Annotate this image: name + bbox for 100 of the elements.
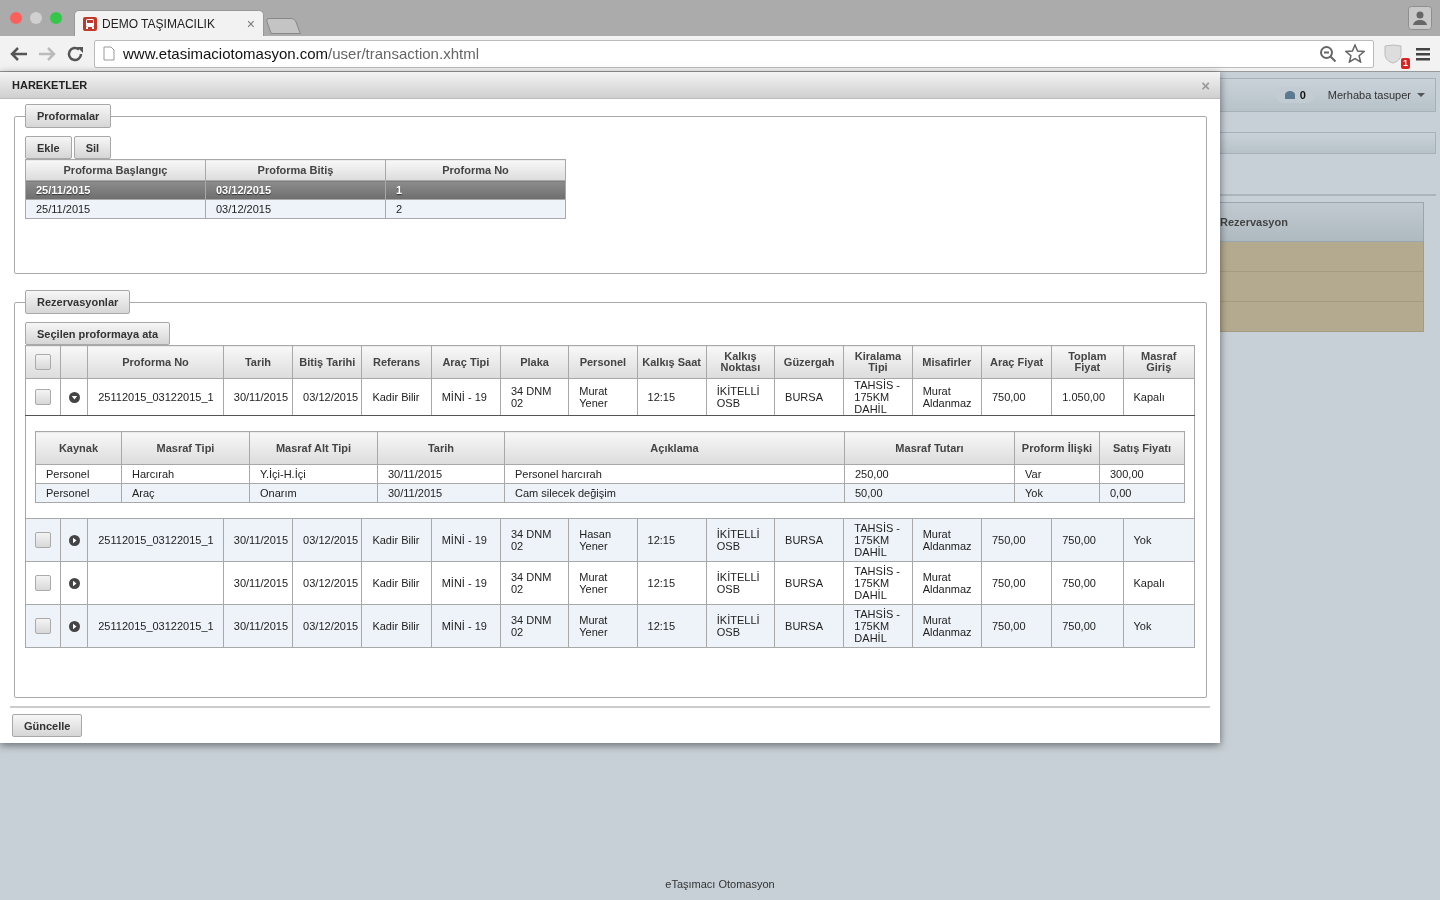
column-header[interactable]: Toplam Fiyat — [1051, 345, 1123, 379]
bell-icon — [1283, 90, 1296, 100]
table-cell: Harcırah — [132, 468, 175, 480]
extension-badge: 1 — [1401, 57, 1410, 69]
column-header[interactable]: Satış Fiyatı — [1099, 431, 1185, 465]
column-header[interactable]: Proform İlişki — [1014, 431, 1100, 465]
column-header[interactable]: Personel — [568, 345, 637, 379]
column-header[interactable]: Masraf Alt Tipi — [249, 431, 378, 465]
user-menu[interactable]: Merhaba tasuper — [1327, 89, 1411, 101]
table-cell: TAHSİS - 175KM DAHİL — [854, 608, 900, 644]
column-header[interactable]: Tarih — [223, 345, 293, 379]
table-cell: TAHSİS - 175KM DAHİL — [854, 565, 900, 601]
table-cell: 03/12/2015 — [303, 620, 359, 632]
browser-tab[interactable]: DEMO TAŞIMACILIK × — [74, 10, 264, 36]
column-header[interactable]: Misafirler — [912, 345, 982, 379]
column-header[interactable]: Proforma Başlangıç — [25, 159, 206, 181]
row-checkbox[interactable] — [35, 618, 52, 634]
select-all-checkbox[interactable] — [35, 354, 52, 370]
column-header[interactable]: Bitiş Tarihi — [292, 345, 362, 379]
table-row[interactable]: 25/11/2015 03/12/2015 1 — [25, 180, 566, 200]
column-header[interactable]: Masraf Giriş — [1123, 345, 1195, 379]
update-button[interactable]: Güncelle — [12, 714, 83, 737]
address-field[interactable]: www.etasimaciotomasyon.com/user/transaction.xhtml — [94, 39, 1374, 68]
column-header[interactable]: Referans — [361, 345, 432, 379]
table-cell: Kadir Bilir — [372, 534, 420, 546]
table-cell: 12:15 — [647, 534, 676, 546]
row-checkbox[interactable] — [35, 575, 52, 591]
table-cell: 750,00 — [1062, 534, 1096, 546]
table-cell: 30/11/2015 — [388, 487, 443, 499]
table-cell: Murat Yener — [579, 571, 608, 595]
collapse-icon[interactable] — [68, 392, 80, 404]
table-cell: Kadir Bilir — [372, 620, 420, 632]
table-cell: 12:15 — [647, 391, 676, 403]
column-header[interactable]: Proforma No — [385, 159, 566, 181]
table-cell: Murat Yener — [579, 614, 608, 638]
expand-icon[interactable] — [68, 535, 80, 547]
table-cell: 50,00 — [855, 487, 883, 499]
assign-button[interactable]: Seçilen proformaya ata — [25, 322, 171, 345]
star-icon[interactable] — [1345, 44, 1365, 63]
column-header[interactable]: Kiralama Tipi — [843, 345, 913, 379]
bus-icon — [83, 16, 97, 31]
section-legend[interactable]: Rezervasyonlar — [25, 290, 131, 314]
table-cell: 03/12/2015 — [303, 577, 359, 589]
table-cell: TAHSİS - 175KM DAHİL — [854, 379, 900, 415]
tab-close-button[interactable]: × — [246, 15, 255, 32]
table-cell: 12:15 — [647, 577, 676, 589]
column-header[interactable]: Araç Tipi — [431, 345, 501, 379]
column-header[interactable]: Kalkış Saat — [637, 345, 707, 379]
column-header[interactable]: Plaka — [500, 345, 569, 379]
back-icon[interactable] — [10, 45, 28, 62]
table-cell: 750,00 — [991, 620, 1026, 632]
table-cell: MİNİ - 19 — [441, 391, 487, 403]
row-checkbox[interactable] — [35, 389, 52, 405]
table-cell: 12:15 — [647, 620, 676, 632]
toolbar-button[interactable]: Ekle — [25, 136, 72, 159]
table-cell: Araç — [132, 487, 155, 499]
table-cell: İKİTELLİ OSB — [716, 528, 760, 552]
dialog-title: HAREKETLER — [12, 79, 88, 91]
column-header[interactable]: Kaynak — [35, 431, 122, 465]
column-header[interactable]: Masraf Tutarı — [844, 431, 1015, 465]
column-header[interactable]: Proforma Bitiş — [205, 159, 386, 181]
toolbar-button[interactable]: Sil — [73, 136, 112, 159]
menu-icon[interactable] — [1416, 46, 1430, 61]
table-cell: 25112015_03122015_1 — [98, 620, 214, 632]
table-cell: 30/11/2015 — [233, 577, 289, 589]
table-cell: 03/12/2015 — [303, 391, 359, 403]
table-cell: İKİTELLİ OSB — [716, 614, 760, 638]
section-legend[interactable]: Proformalar — [25, 104, 112, 128]
new-tab-button[interactable] — [265, 18, 301, 34]
table-cell: Cam silecek değişim — [515, 487, 616, 499]
column-header[interactable]: Proforma No — [87, 345, 224, 379]
expand-icon[interactable] — [68, 621, 80, 633]
table-cell: Murat Aldanmaz — [922, 528, 972, 552]
table-cell: Y.İçi-H.İçi — [260, 468, 306, 480]
table-row[interactable]: 25/11/2015 03/12/2015 2 — [25, 199, 566, 219]
column-header[interactable]: Güzergah — [774, 345, 844, 379]
table-cell: Onarım — [260, 487, 297, 499]
column-header[interactable]: Araç Fiyat — [981, 345, 1052, 379]
table-cell: 30/11/2015 — [233, 534, 289, 546]
expand-icon[interactable] — [68, 578, 80, 590]
table-cell: Hasan Yener — [579, 528, 612, 552]
table-cell: MİNİ - 19 — [441, 577, 487, 589]
table-cell: BURSA — [785, 577, 823, 589]
table-cell: Yok — [1133, 534, 1152, 546]
row-checkbox[interactable] — [35, 532, 52, 548]
table-cell: 34 DNM 02 — [510, 385, 552, 409]
profile-icon[interactable] — [1408, 6, 1432, 30]
table-cell: 750,00 — [991, 534, 1026, 546]
table-cell: 1.050,00 — [1062, 391, 1106, 403]
table-cell: BURSA — [785, 534, 823, 546]
zoom-out-icon[interactable] — [1319, 44, 1337, 63]
table-cell: Personel harcırah — [515, 468, 602, 480]
column-header[interactable]: Masraf Tipi — [121, 431, 250, 465]
table-cell: 30/11/2015 — [388, 468, 443, 480]
reload-icon[interactable] — [66, 44, 84, 63]
table-cell: Kadir Bilir — [372, 577, 420, 589]
table-cell: MİNİ - 19 — [441, 620, 487, 632]
column-header[interactable]: Açıklama — [504, 431, 845, 465]
column-header[interactable]: Tarih — [377, 431, 505, 465]
column-header[interactable]: Kalkış Noktası — [706, 345, 775, 379]
